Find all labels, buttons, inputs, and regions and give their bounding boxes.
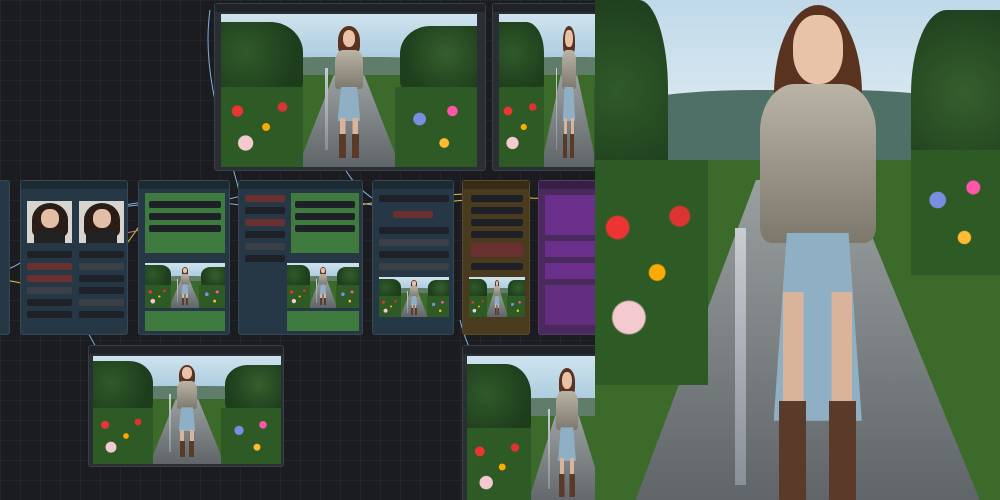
preview-image[interactable] (469, 277, 525, 317)
node-widget[interactable] (27, 287, 72, 294)
node-title (463, 346, 600, 354)
input-image-thumbnail[interactable] (79, 201, 124, 243)
node-widget[interactable] (149, 225, 221, 232)
node-title (373, 181, 453, 189)
node-widget[interactable] (245, 255, 285, 262)
node-widget[interactable] (295, 201, 355, 208)
preview-image[interactable] (467, 356, 600, 500)
node-widget[interactable] (245, 243, 285, 250)
node-title (21, 181, 127, 189)
node-widget[interactable] (79, 299, 124, 306)
node-widget[interactable] (471, 263, 523, 270)
node-body (145, 311, 225, 331)
node-title (215, 4, 485, 12)
node-widget[interactable] (79, 275, 124, 282)
node-widget[interactable] (393, 211, 433, 218)
node-title (539, 181, 600, 189)
node-body (287, 311, 359, 331)
preview-image-node[interactable] (492, 3, 600, 171)
sampler-node[interactable] (238, 180, 363, 335)
node-body (545, 285, 600, 325)
preview-image[interactable] (93, 356, 281, 464)
node-widget[interactable] (79, 287, 124, 294)
node-widget[interactable] (27, 311, 72, 318)
node-title (463, 181, 529, 189)
node-graph-canvas[interactable] (0, 0, 600, 500)
preview-image[interactable] (145, 263, 225, 308)
node-title (89, 346, 283, 354)
node-widget[interactable] (149, 201, 221, 208)
node-widget[interactable] (471, 207, 523, 214)
node-body (545, 195, 600, 235)
preview-image[interactable] (499, 14, 600, 167)
load-image-node[interactable] (20, 180, 128, 335)
node-widget[interactable] (27, 275, 72, 282)
node-widget[interactable] (245, 219, 285, 226)
node-widget[interactable] (27, 251, 72, 258)
node-widget[interactable] (379, 239, 449, 246)
node-widget[interactable] (379, 227, 449, 234)
node-widget[interactable] (379, 251, 449, 258)
preview-image-node[interactable] (214, 3, 486, 171)
node-widget[interactable] (245, 207, 285, 214)
preview-image[interactable] (379, 277, 449, 317)
node-body (545, 263, 600, 279)
node-widget[interactable] (245, 195, 285, 202)
node-widget[interactable] (245, 231, 285, 238)
node-widget[interactable] (79, 263, 124, 270)
node-widget[interactable] (149, 213, 221, 220)
node-title (493, 4, 600, 12)
node-widget[interactable] (471, 231, 523, 238)
node-partial-left[interactable] (0, 180, 10, 335)
sampler-node[interactable] (138, 180, 230, 335)
preview-image[interactable] (287, 263, 359, 308)
muted-node[interactable] (538, 180, 600, 335)
node-widget[interactable] (379, 263, 449, 270)
upscale-node[interactable] (372, 180, 454, 335)
node-widget[interactable] (471, 195, 523, 202)
save-image-node[interactable] (462, 180, 530, 335)
input-image-thumbnail[interactable] (27, 201, 72, 243)
preview-image-node[interactable] (462, 345, 600, 500)
node-widget[interactable] (79, 311, 124, 318)
node-widget[interactable] (471, 243, 523, 257)
node-widget[interactable] (79, 251, 124, 258)
node-widget[interactable] (27, 263, 72, 270)
node-title (239, 181, 362, 189)
output-image-large (595, 0, 1000, 500)
node-widget[interactable] (295, 225, 355, 232)
node-widget[interactable] (379, 195, 449, 202)
node-widget[interactable] (295, 213, 355, 220)
node-widget[interactable] (27, 299, 72, 306)
node-widget[interactable] (471, 219, 523, 226)
preview-image[interactable] (221, 14, 477, 167)
node-body (545, 241, 600, 257)
preview-image-node[interactable] (88, 345, 284, 467)
node-title (139, 181, 229, 189)
